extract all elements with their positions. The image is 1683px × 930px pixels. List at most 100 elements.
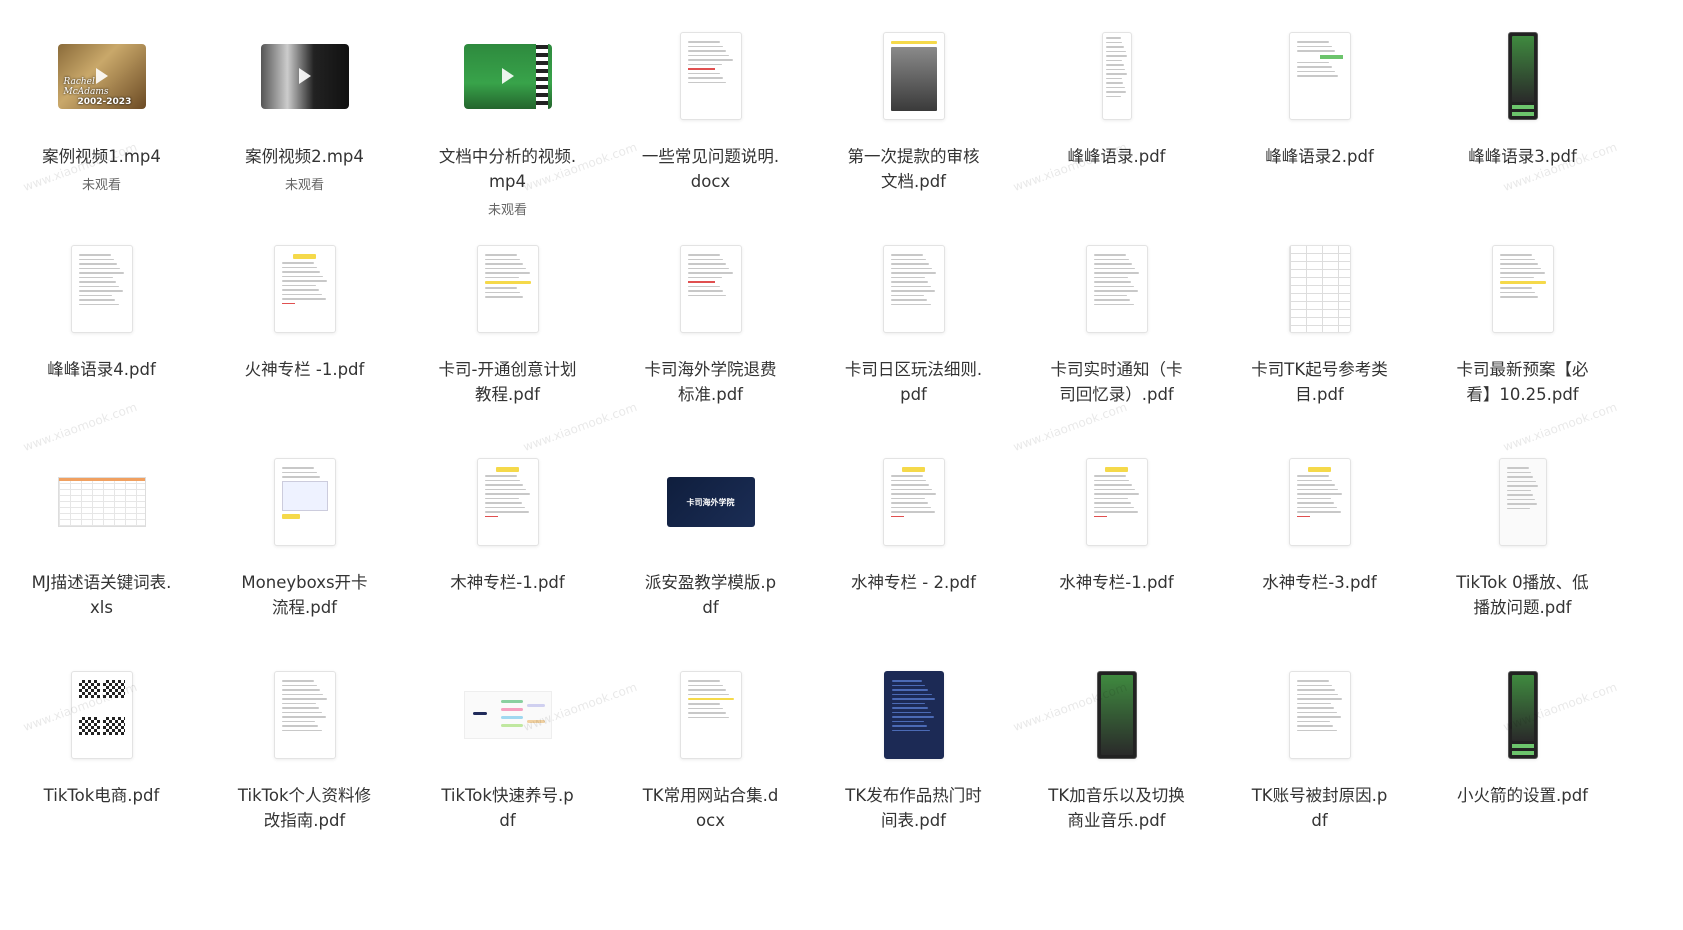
play-icon xyxy=(501,68,514,84)
file-item[interactable]: TikTok 0播放、低播放问题.pdf xyxy=(1421,456,1624,669)
document-preview xyxy=(679,245,742,333)
file-item[interactable]: TikTok电商.pdf xyxy=(0,669,203,882)
file-item[interactable]: 案例视频2.mp4 未观看 xyxy=(203,30,406,243)
document-preview xyxy=(273,245,336,333)
file-name: 峰峰语录.pdf xyxy=(1067,147,1166,166)
file-thumbnail xyxy=(1037,456,1197,548)
file-name: TK常用网站合集.docx xyxy=(642,786,779,830)
file-thumbnail: Rachel McAdams 2002-2023 xyxy=(22,30,182,122)
document-preview xyxy=(1101,32,1132,120)
video-years: 2002-2023 xyxy=(77,96,132,107)
file-item[interactable]: TikTok快速养号.pdf xyxy=(406,669,609,882)
file-thumbnail xyxy=(834,669,994,761)
file-thumbnail xyxy=(1443,243,1603,335)
file-name: 峰峰语录2.pdf xyxy=(1265,147,1374,166)
document-preview xyxy=(273,671,336,759)
file-name: 卡司TK起号参考类目.pdf xyxy=(1251,360,1388,404)
file-name: 卡司海外学院退费标准.pdf xyxy=(644,360,777,404)
file-item[interactable]: 火神专栏 -1.pdf xyxy=(203,243,406,456)
document-preview xyxy=(1288,245,1351,333)
file-name: 卡司日区玩法细则.pdf xyxy=(844,360,983,404)
watch-status: 未观看 xyxy=(284,178,324,193)
file-thumbnail xyxy=(834,30,994,122)
file-name: TK账号被封原因.pdf xyxy=(1251,786,1388,830)
file-name: 第一次提款的审核文档.pdf xyxy=(847,147,980,191)
file-name: 水神专栏-3.pdf xyxy=(1262,573,1377,592)
file-item[interactable]: TK账号被封原因.pdf xyxy=(1218,669,1421,882)
file-thumbnail xyxy=(225,243,385,335)
spreadsheet-preview xyxy=(57,477,146,527)
file-name: 案例视频2.mp4 xyxy=(245,147,364,166)
file-thumbnail: 卡司海外学院 xyxy=(631,456,791,548)
file-name: 文档中分析的视频.mp4 xyxy=(438,147,577,191)
document-preview xyxy=(1085,245,1148,333)
file-item[interactable]: 峰峰语录3.pdf xyxy=(1421,30,1624,243)
file-thumbnail xyxy=(225,669,385,761)
file-thumbnail xyxy=(22,669,182,761)
file-item[interactable]: 水神专栏 - 2.pdf xyxy=(812,456,1015,669)
file-thumbnail xyxy=(1240,243,1400,335)
document-preview xyxy=(1288,671,1351,759)
file-item[interactable]: TK发布作品热门时间表.pdf xyxy=(812,669,1015,882)
file-item[interactable]: 第一次提款的审核文档.pdf xyxy=(812,30,1015,243)
document-preview xyxy=(1085,458,1148,546)
document-preview xyxy=(679,32,742,120)
document-preview xyxy=(1507,671,1538,759)
file-thumbnail xyxy=(631,243,791,335)
document-preview xyxy=(1288,32,1351,120)
file-grid: Rachel McAdams 2002-2023 案例视频1.mp4 未观看 案例视频2… xyxy=(0,30,1683,882)
file-thumbnail xyxy=(1037,243,1197,335)
video-thumbnail xyxy=(260,43,349,109)
file-item[interactable]: TK常用网站合集.docx xyxy=(609,669,812,882)
file-item[interactable]: 卡司海外学院 派安盈教学模版.pdf xyxy=(609,456,812,669)
file-item[interactable]: 水神专栏-3.pdf xyxy=(1218,456,1421,669)
file-item[interactable]: Rachel McAdams 2002-2023 案例视频1.mp4 未观看 xyxy=(0,30,203,243)
document-preview xyxy=(1288,458,1351,546)
file-item[interactable]: MJ描述语关键词表.xls xyxy=(0,456,203,669)
file-item[interactable]: 水神专栏-1.pdf xyxy=(1015,456,1218,669)
file-item[interactable]: TikTok个人资料修改指南.pdf xyxy=(203,669,406,882)
file-name: 案例视频1.mp4 xyxy=(42,147,161,166)
file-item[interactable]: 卡司-开通创意计划教程.pdf xyxy=(406,243,609,456)
file-thumbnail xyxy=(834,243,994,335)
file-name: 小火箭的设置.pdf xyxy=(1456,786,1588,805)
file-thumbnail xyxy=(631,669,791,761)
play-icon xyxy=(95,68,108,84)
file-item[interactable]: TK加音乐以及切换商业音乐.pdf xyxy=(1015,669,1218,882)
file-item[interactable]: 卡司TK起号参考类目.pdf xyxy=(1218,243,1421,456)
file-thumbnail xyxy=(428,669,588,761)
file-item[interactable]: 卡司最新预案【必看】10.25.pdf xyxy=(1421,243,1624,456)
file-name: TikTok快速养号.pdf xyxy=(441,786,574,830)
slide-preview: 卡司海外学院 xyxy=(666,477,755,527)
document-preview xyxy=(1507,32,1538,120)
file-name: TikTok 0播放、低播放问题.pdf xyxy=(1456,573,1589,617)
file-thumbnail xyxy=(1443,30,1603,122)
file-name: TikTok个人资料修改指南.pdf xyxy=(237,786,372,830)
file-thumbnail xyxy=(1240,30,1400,122)
file-name: 卡司最新预案【必看】10.25.pdf xyxy=(1456,360,1589,404)
file-item[interactable]: 卡司实时通知（卡司回忆录）.pdf xyxy=(1015,243,1218,456)
file-name: 火神专栏 -1.pdf xyxy=(244,360,365,379)
file-item[interactable]: 小火箭的设置.pdf xyxy=(1421,669,1624,882)
file-item[interactable]: 峰峰语录.pdf xyxy=(1015,30,1218,243)
file-thumbnail xyxy=(1037,669,1197,761)
file-item[interactable]: 木神专栏-1.pdf xyxy=(406,456,609,669)
document-preview xyxy=(1491,245,1554,333)
file-name: 水神专栏 - 2.pdf xyxy=(851,573,976,592)
file-item[interactable]: 峰峰语录2.pdf xyxy=(1218,30,1421,243)
document-preview xyxy=(679,671,742,759)
file-item[interactable]: Moneyboxs开卡流程.pdf xyxy=(203,456,406,669)
file-item[interactable]: 一些常见问题说明.docx xyxy=(609,30,812,243)
file-item[interactable]: 峰峰语录4.pdf xyxy=(0,243,203,456)
file-thumbnail xyxy=(428,243,588,335)
file-thumbnail xyxy=(1037,30,1197,122)
file-item[interactable]: 卡司日区玩法细则.pdf xyxy=(812,243,1015,456)
file-thumbnail xyxy=(428,456,588,548)
mindmap-preview xyxy=(463,691,552,739)
file-name: 峰峰语录4.pdf xyxy=(47,360,156,379)
file-thumbnail xyxy=(225,456,385,548)
file-thumbnail xyxy=(22,456,182,548)
file-item[interactable]: 文档中分析的视频.mp4 未观看 xyxy=(406,30,609,243)
file-name: 木神专栏-1.pdf xyxy=(450,573,565,592)
file-item[interactable]: 卡司海外学院退费标准.pdf xyxy=(609,243,812,456)
